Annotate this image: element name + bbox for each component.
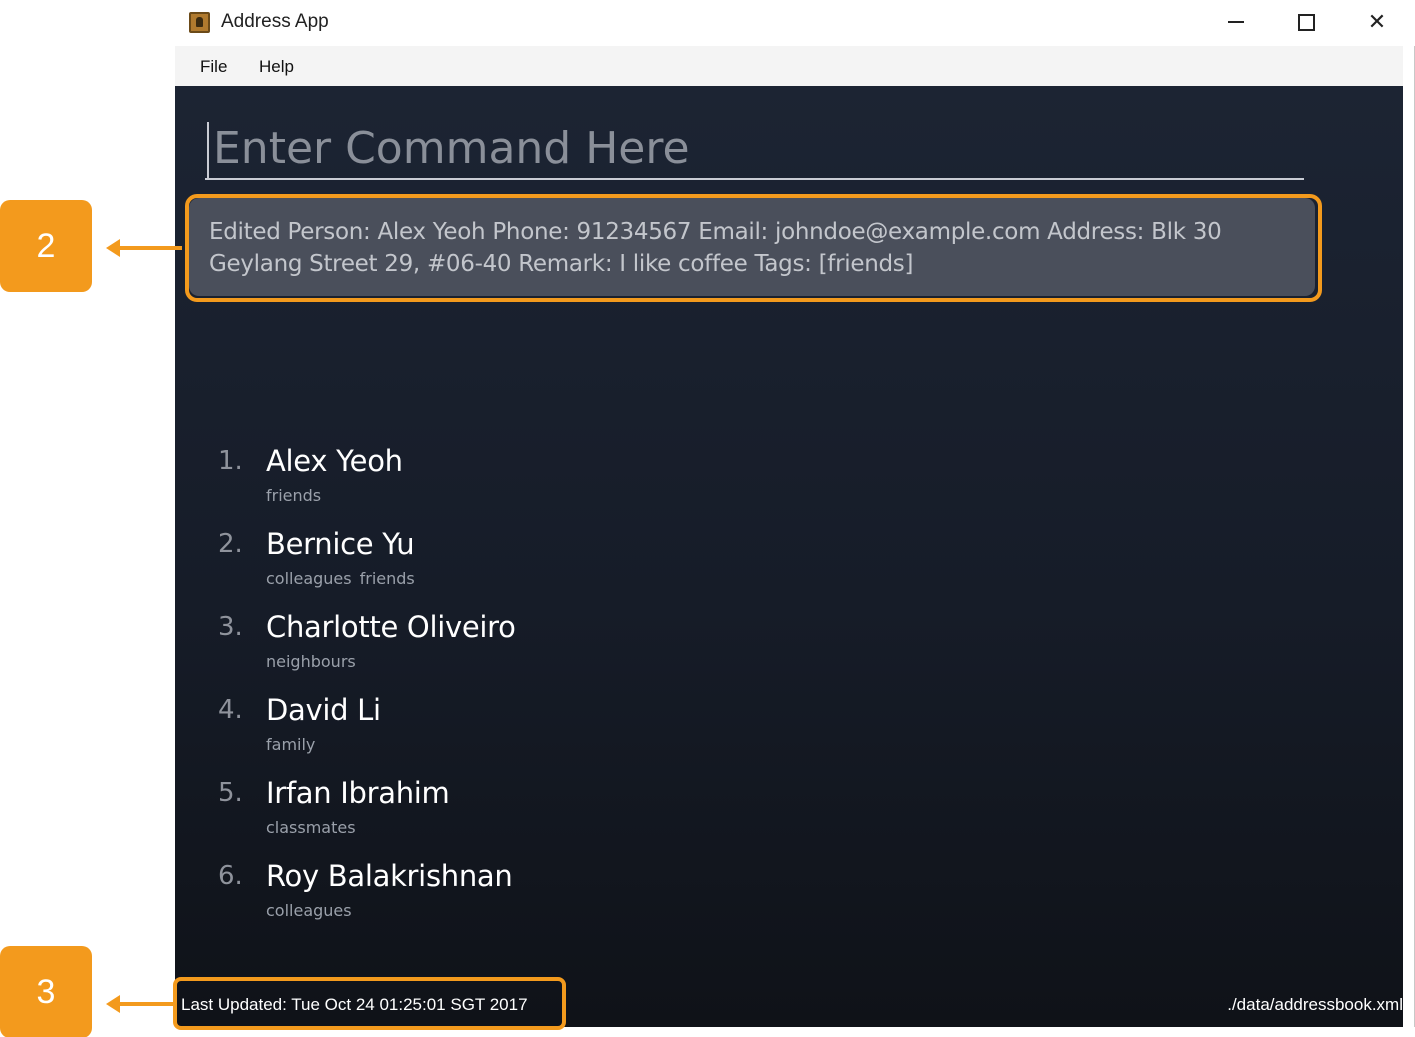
minimize-icon bbox=[1228, 21, 1244, 23]
menu-bar: File Help bbox=[175, 46, 1403, 86]
person-index: 3. bbox=[218, 612, 243, 642]
person-card[interactable]: 1. Alex Yeoh friends bbox=[175, 436, 1403, 519]
person-index: 6. bbox=[218, 861, 243, 891]
save-location-status: ./data/addressbook.xml bbox=[1227, 995, 1403, 1014]
person-card[interactable]: 4. David Li family bbox=[175, 685, 1403, 768]
callout-arrow-3 bbox=[106, 995, 176, 1013]
person-name: Charlotte Oliveiro bbox=[266, 610, 516, 644]
highlight-result-display bbox=[185, 194, 1322, 302]
close-icon: ✕ bbox=[1367, 9, 1387, 35]
person-index: 2. bbox=[218, 529, 243, 559]
person-name: David Li bbox=[266, 693, 381, 727]
person-tags: friends bbox=[266, 486, 329, 505]
person-tags: colleagues bbox=[266, 901, 360, 920]
address-book-icon bbox=[189, 12, 210, 33]
person-tags: colleagues friends bbox=[266, 569, 423, 588]
title-bar: Address App ✕ bbox=[175, 0, 1415, 46]
person-name: Roy Balakrishnan bbox=[266, 859, 513, 893]
person-index: 1. bbox=[218, 446, 243, 476]
person-name: Bernice Yu bbox=[266, 527, 415, 561]
window-title: Address App bbox=[221, 11, 329, 32]
maximize-button[interactable] bbox=[1271, 0, 1341, 44]
menu-file[interactable]: File bbox=[200, 57, 227, 77]
person-index: 5. bbox=[218, 778, 243, 808]
maximize-icon bbox=[1297, 13, 1315, 31]
close-button[interactable]: ✕ bbox=[1342, 0, 1412, 44]
command-box bbox=[205, 118, 1304, 180]
tag-label: friends bbox=[359, 569, 415, 588]
callout-arrow-2 bbox=[106, 239, 182, 257]
app-window: Address App ✕ File Help Edited Person: A… bbox=[175, 0, 1415, 1027]
tag-label: colleagues bbox=[266, 569, 352, 588]
callout-label-3: 3 bbox=[0, 946, 92, 1037]
person-name: Irfan Ibrahim bbox=[266, 776, 450, 810]
tag-label: classmates bbox=[266, 818, 356, 837]
menu-help[interactable]: Help bbox=[259, 57, 294, 77]
person-card[interactable]: 3. Charlotte Oliveiro neighbours bbox=[175, 602, 1403, 685]
person-card[interactable]: 6. Roy Balakrishnan colleagues bbox=[175, 851, 1403, 934]
person-card[interactable]: 5. Irfan Ibrahim classmates bbox=[175, 768, 1403, 851]
tag-label: colleagues bbox=[266, 901, 352, 920]
callout-label-2: 2 bbox=[0, 200, 92, 292]
person-card[interactable]: 2. Bernice Yu colleagues friends bbox=[175, 519, 1403, 602]
tag-label: friends bbox=[266, 486, 322, 505]
person-tags: classmates bbox=[266, 818, 364, 837]
command-input[interactable] bbox=[213, 118, 1293, 178]
person-tags: family bbox=[266, 735, 323, 754]
tag-label: family bbox=[266, 735, 316, 754]
highlight-status-bar bbox=[173, 977, 566, 1030]
text-caret bbox=[207, 122, 209, 178]
person-index: 4. bbox=[218, 695, 243, 725]
person-name: Alex Yeoh bbox=[266, 444, 403, 478]
person-tags: neighbours bbox=[266, 652, 364, 671]
tag-label: neighbours bbox=[266, 652, 356, 671]
minimize-button[interactable] bbox=[1201, 0, 1271, 44]
